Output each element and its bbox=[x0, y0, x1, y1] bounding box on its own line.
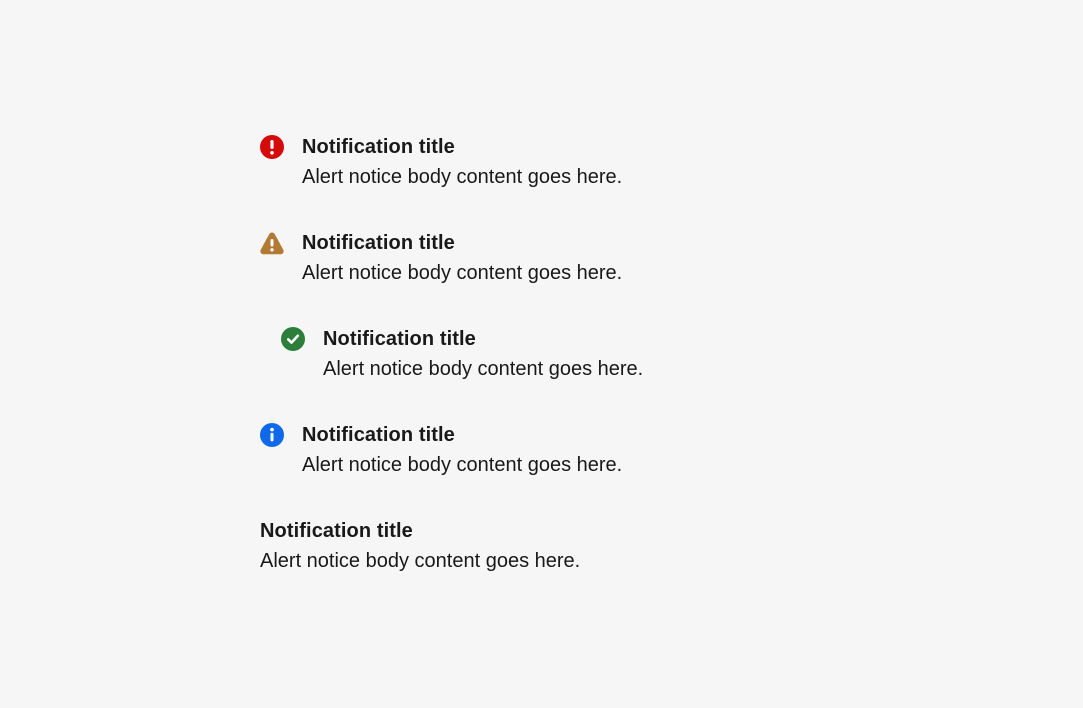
notice-body: Alert notice body content goes here. bbox=[323, 358, 644, 380]
notice-body: Alert notice body content goes here. bbox=[302, 262, 623, 284]
attention-icon bbox=[260, 135, 284, 159]
notice-body: Alert notice body content goes here. bbox=[260, 550, 581, 572]
success-notice: Notification title Alert notice body con… bbox=[281, 327, 643, 381]
notice-text: Notification title Alert notice body con… bbox=[323, 327, 643, 381]
warning-notice: Notification title Alert notice body con… bbox=[260, 231, 622, 285]
notice-text: Notification title Alert notice body con… bbox=[302, 423, 622, 477]
warning-icon bbox=[260, 231, 284, 255]
notice-body: Alert notice body content goes here. bbox=[302, 454, 623, 476]
notice-title: Notification title bbox=[302, 136, 455, 158]
notice-text: Notification title Alert notice body con… bbox=[302, 231, 622, 285]
information-notice: Notification title Alert notice body con… bbox=[260, 423, 622, 477]
attention-notice: Notification title Alert notice body con… bbox=[260, 135, 622, 189]
notice-text: Notification title Alert notice body con… bbox=[302, 135, 622, 189]
notice-title: Notification title bbox=[302, 232, 455, 254]
plain-notice: Notification title Alert notice body con… bbox=[260, 519, 580, 573]
notice-body: Alert notice body content goes here. bbox=[302, 166, 623, 188]
notice-title: Notification title bbox=[260, 520, 413, 542]
notice-title: Notification title bbox=[323, 328, 476, 350]
information-icon bbox=[260, 423, 284, 447]
notice-title: Notification title bbox=[302, 424, 455, 446]
notice-text: Notification title Alert notice body con… bbox=[260, 519, 580, 573]
success-icon bbox=[281, 327, 305, 351]
